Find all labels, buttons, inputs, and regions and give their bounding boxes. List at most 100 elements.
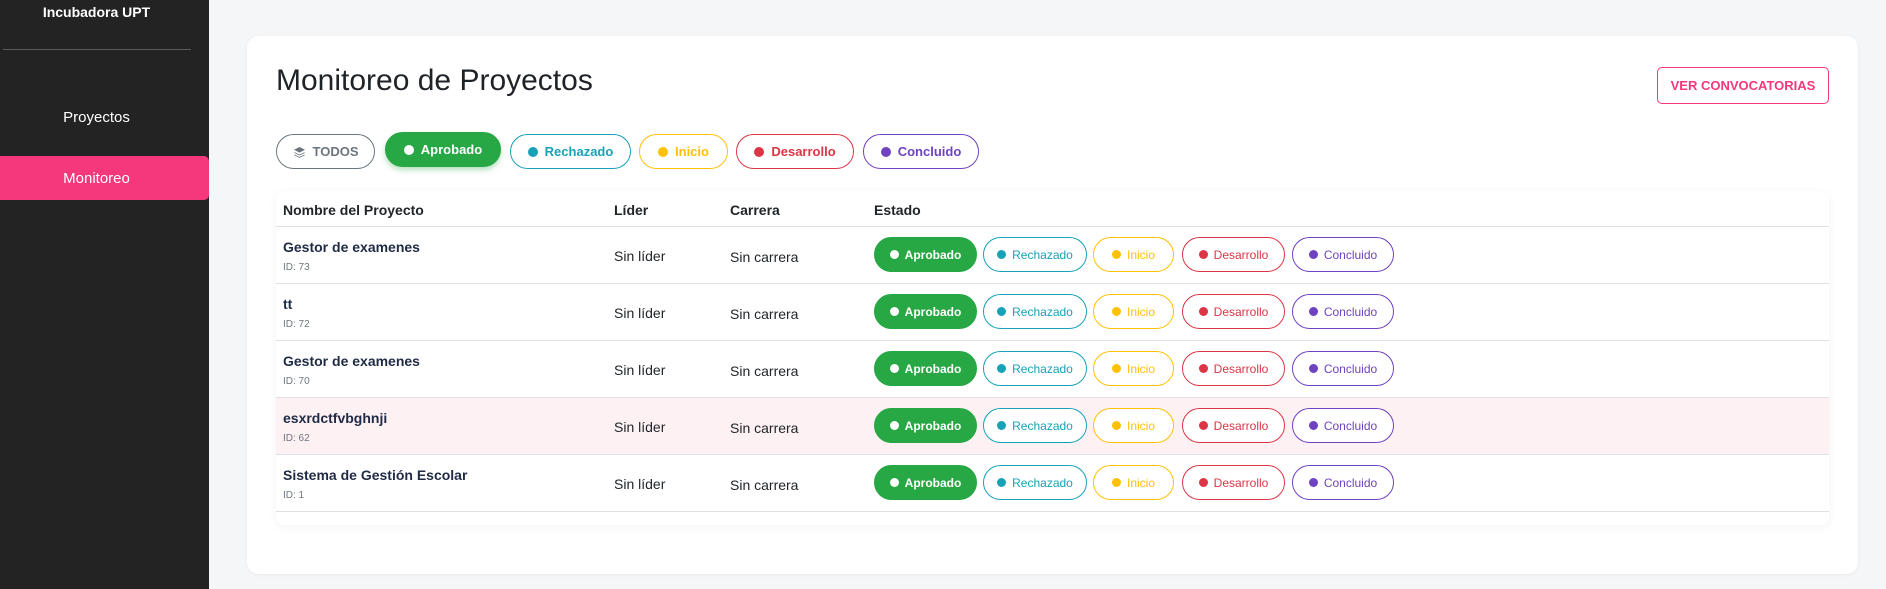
- status-label: Desarrollo: [1213, 361, 1269, 376]
- circle-icon: [1111, 364, 1121, 373]
- filter-label: Desarrollo: [771, 144, 836, 159]
- status-concluido-button[interactable]: Concluido: [1292, 237, 1394, 272]
- status-label: Aprobado: [904, 475, 962, 490]
- status-concluido-button[interactable]: Concluido: [1292, 294, 1394, 329]
- status-aprobado-button[interactable]: Aprobado: [874, 237, 977, 272]
- status-label: Aprobado: [904, 304, 962, 319]
- status-rechazado-button[interactable]: Rechazado: [983, 465, 1087, 500]
- status-concluido-button[interactable]: Concluido: [1292, 408, 1394, 443]
- status-inicio-button[interactable]: Inicio: [1093, 294, 1174, 329]
- filter-label: Inicio: [675, 144, 709, 159]
- circle-icon: [527, 146, 538, 157]
- filter-aprobado-button[interactable]: Aprobado: [385, 132, 501, 167]
- circle-icon: [889, 250, 899, 259]
- project-name: esxrdctfvbghnji: [283, 410, 388, 426]
- column-header-carrera: Carrera: [730, 202, 780, 218]
- circle-icon: [1308, 478, 1318, 487]
- filter-rechazado-button[interactable]: Rechazado: [510, 134, 631, 169]
- filter-label: Concluido: [897, 144, 962, 159]
- status-label: Concluido: [1323, 247, 1378, 262]
- status-desarrollo-button[interactable]: Desarrollo: [1182, 465, 1285, 500]
- status-aprobado-button[interactable]: Aprobado: [874, 294, 977, 329]
- filter-desarrollo-button[interactable]: Desarrollo: [736, 134, 854, 169]
- circle-icon: [1308, 307, 1318, 316]
- sidebar-item-label: Proyectos: [63, 108, 130, 126]
- project-name: tt: [283, 296, 293, 312]
- status-rechazado-button[interactable]: Rechazado: [983, 408, 1087, 443]
- column-header-nombre: Nombre del Proyecto: [283, 202, 424, 218]
- ver-convocatorias-button[interactable]: VER CONVOCATORIAS: [1657, 67, 1829, 104]
- status-inicio-button[interactable]: Inicio: [1093, 351, 1174, 386]
- filter-todos-button[interactable]: TODOS: [276, 134, 375, 169]
- status-label: Rechazado: [1012, 304, 1073, 319]
- status-label: Aprobado: [904, 418, 962, 433]
- circle-icon: [880, 146, 891, 157]
- table-row: tt ID: 72 Sin líder Sin carrera Aprobado…: [276, 284, 1829, 341]
- status-label: Inicio: [1126, 304, 1155, 319]
- column-header-estado: Estado: [874, 202, 921, 218]
- status-inicio-button[interactable]: Inicio: [1093, 237, 1174, 272]
- sidebar-item-label: Monitoreo: [63, 169, 130, 187]
- project-id: ID: 73: [283, 262, 310, 273]
- filter-label: TODOS: [312, 144, 359, 159]
- table-row: Sistema de Gestión Escolar ID: 1 Sin líd…: [276, 455, 1829, 512]
- status-label: Desarrollo: [1213, 418, 1269, 433]
- status-aprobado-button[interactable]: Aprobado: [874, 465, 977, 500]
- filter-concluido-button[interactable]: Concluido: [863, 134, 979, 169]
- project-id: ID: 1: [283, 490, 305, 501]
- project-lider: Sin líder: [614, 476, 666, 492]
- circle-icon: [403, 144, 414, 155]
- status-rechazado-button[interactable]: Rechazado: [983, 237, 1087, 272]
- status-desarrollo-button[interactable]: Desarrollo: [1182, 294, 1285, 329]
- table-row: esxrdctfvbghnji ID: 62 Sin líder Sin car…: [276, 398, 1829, 455]
- circle-icon: [1111, 421, 1121, 430]
- project-carrera: Sin carrera: [730, 477, 799, 493]
- status-rechazado-button[interactable]: Rechazado: [983, 351, 1087, 386]
- status-desarrollo-button[interactable]: Desarrollo: [1182, 237, 1285, 272]
- sidebar-item-proyectos[interactable]: Proyectos: [0, 95, 209, 139]
- main-card: Monitoreo de Proyectos VER CONVOCATORIAS…: [247, 36, 1858, 574]
- circle-icon: [889, 307, 899, 316]
- circle-icon: [997, 364, 1007, 373]
- project-carrera: Sin carrera: [730, 363, 799, 379]
- circle-icon: [1198, 478, 1208, 487]
- table-header: Nombre del Proyecto Líder Carrera Estado: [276, 191, 1829, 227]
- status-inicio-button[interactable]: Inicio: [1093, 408, 1174, 443]
- status-label: Rechazado: [1012, 475, 1073, 490]
- status-aprobado-button[interactable]: Aprobado: [874, 408, 977, 443]
- status-desarrollo-button[interactable]: Desarrollo: [1182, 408, 1285, 443]
- status-label: Concluido: [1323, 361, 1378, 376]
- project-name: Gestor de examenes: [283, 353, 420, 369]
- status-desarrollo-button[interactable]: Desarrollo: [1182, 351, 1285, 386]
- circle-icon: [997, 307, 1007, 316]
- circle-icon: [1198, 364, 1208, 373]
- sidebar-item-monitoreo[interactable]: Monitoreo: [0, 156, 209, 200]
- circle-icon: [754, 146, 765, 157]
- circle-icon: [1308, 364, 1318, 373]
- status-concluido-button[interactable]: Concluido: [1292, 351, 1394, 386]
- circle-icon: [1198, 421, 1208, 430]
- status-aprobado-button[interactable]: Aprobado: [874, 351, 977, 386]
- project-id: ID: 70: [283, 376, 310, 387]
- sidebar-divider: [3, 49, 191, 50]
- status-concluido-button[interactable]: Concluido: [1292, 465, 1394, 500]
- filter-label: Aprobado: [420, 142, 483, 157]
- status-rechazado-button[interactable]: Rechazado: [983, 294, 1087, 329]
- project-id: ID: 72: [283, 319, 310, 330]
- status-label: Aprobado: [904, 361, 962, 376]
- project-lider: Sin líder: [614, 419, 666, 435]
- circle-icon: [1198, 307, 1208, 316]
- status-inicio-button[interactable]: Inicio: [1093, 465, 1174, 500]
- project-carrera: Sin carrera: [730, 306, 799, 322]
- circle-icon: [889, 421, 899, 430]
- circle-icon: [1111, 478, 1121, 487]
- status-label: Rechazado: [1012, 418, 1073, 433]
- status-label: Desarrollo: [1213, 304, 1269, 319]
- filter-inicio-button[interactable]: Inicio: [639, 134, 728, 169]
- circle-icon: [997, 250, 1007, 259]
- table-row: Gestor de examenes ID: 70 Sin líder Sin …: [276, 341, 1829, 398]
- circle-icon: [889, 478, 899, 487]
- project-name: Sistema de Gestión Escolar: [283, 467, 468, 483]
- status-label: Inicio: [1126, 247, 1155, 262]
- project-lider: Sin líder: [614, 305, 666, 321]
